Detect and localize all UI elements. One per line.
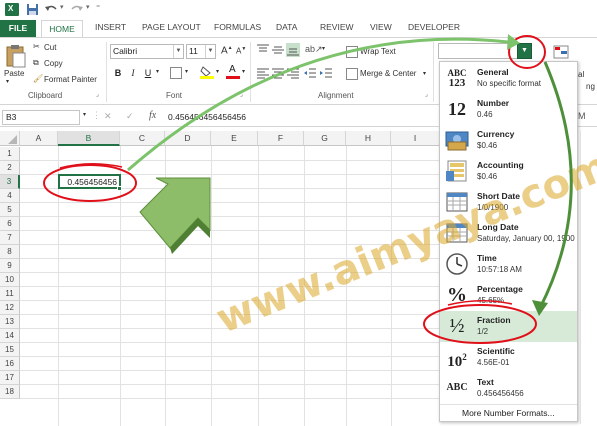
green-arrow bbox=[538, 61, 573, 309]
large-arrow-icon bbox=[139, 177, 211, 254]
annotation-overlay bbox=[43, 34, 573, 344]
highlight-circle bbox=[423, 304, 537, 344]
arrowhead-icon bbox=[507, 34, 520, 50]
highlight-circle bbox=[43, 164, 137, 202]
green-arrow bbox=[127, 37, 509, 172]
arrowhead-icon bbox=[532, 300, 548, 316]
